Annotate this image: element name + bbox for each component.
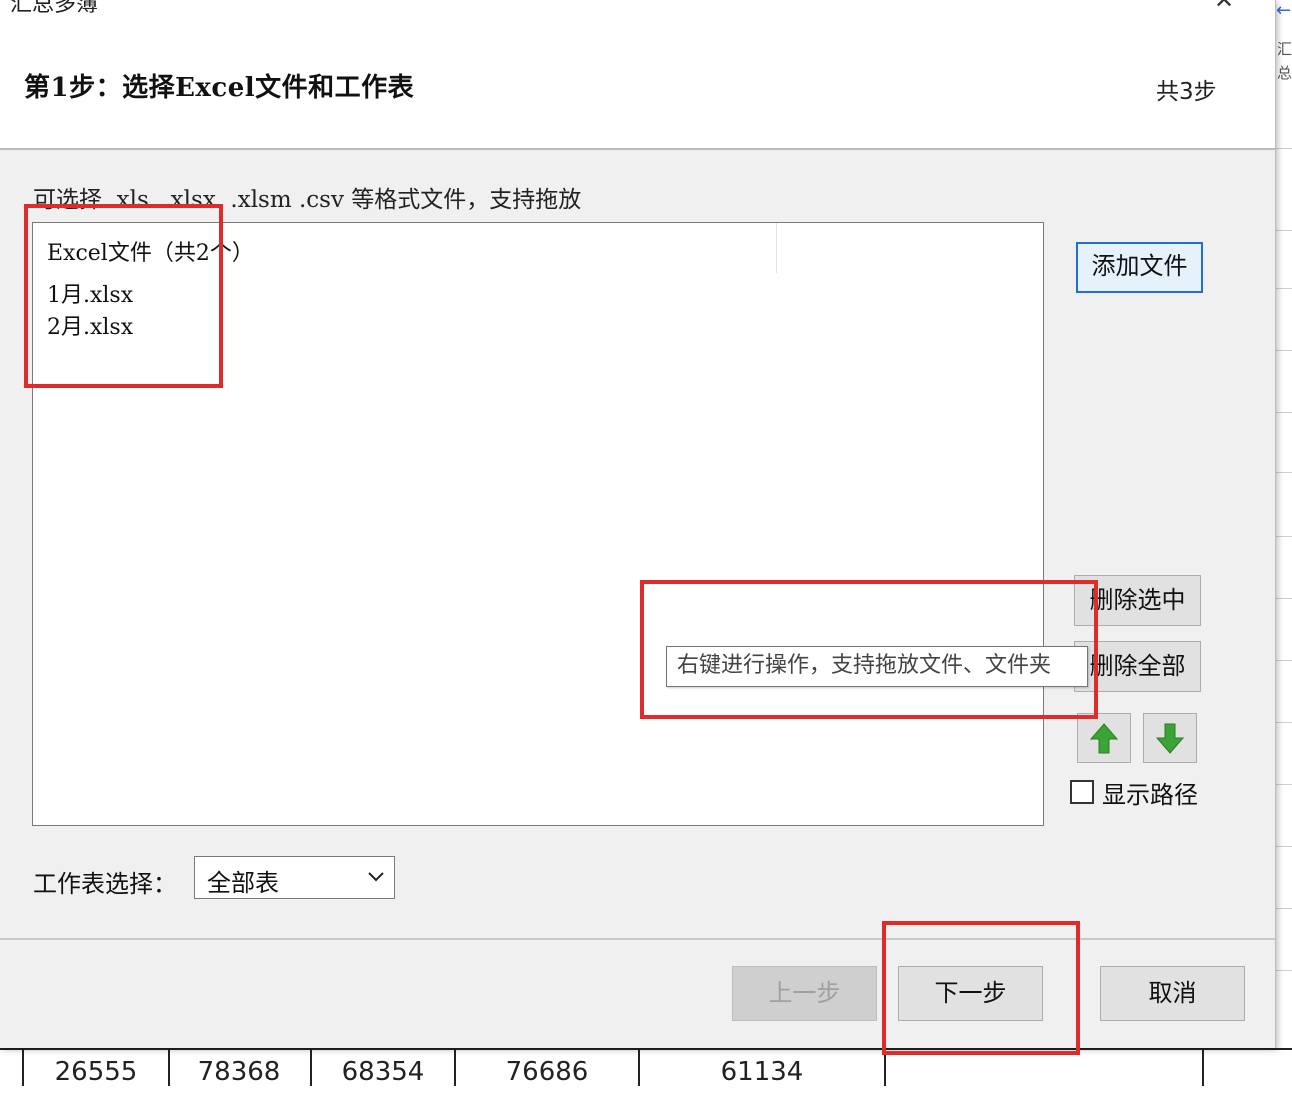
wizard-dialog: 汇总多簿 · ✕ 第1步：选择Excel文件和工作表 共3步 可选择 .xls … [0, 0, 1276, 1055]
chevron-down-icon [368, 872, 384, 882]
sheet-cell [886, 1050, 1204, 1086]
dialog-header: 汇总多簿 · ✕ 第1步：选择Excel文件和工作表 共3步 [0, 0, 1275, 150]
file-list[interactable]: Excel文件（共2个） 1月.xlsx 2月.xlsx [32, 222, 1044, 826]
arrow-up-icon [1089, 723, 1119, 754]
background-sheet-row: 26555 78368 68354 76686 61134 [0, 1048, 1292, 1087]
sheet-cell: 61134 [640, 1050, 886, 1087]
file-list-item[interactable]: 1月.xlsx [47, 277, 133, 309]
file-format-hint: 可选择 .xls .xlsx .xlsm .csv 等格式文件，支持拖放 [33, 187, 582, 213]
file-list-item[interactable]: 2月.xlsx [47, 309, 133, 341]
sheet-cell: 68354 [312, 1050, 456, 1087]
file-list-tooltip: 右键进行操作，支持拖放文件、文件夹 [666, 646, 1088, 687]
prev-step-button[interactable]: 上一步 [732, 966, 877, 1021]
sheet-cell: 26555 [22, 1050, 170, 1087]
worksheet-select-value: 全部表 [207, 869, 279, 897]
back-arrow-icon: ← [1276, 0, 1292, 21]
step-count: 共3步 [1156, 79, 1217, 105]
background-sheet-edge: ← 汇 总 [1275, 0, 1292, 1084]
sheet-edge-char: 总 [1277, 64, 1292, 82]
move-down-button[interactable] [1143, 713, 1197, 763]
worksheet-select-label: 工作表选择： [33, 870, 177, 898]
arrow-down-icon [1155, 723, 1185, 754]
worksheet-select[interactable]: 全部表 [194, 856, 395, 899]
close-icon[interactable]: ✕ [1214, 0, 1234, 14]
delete-selected-button[interactable]: 删除选中 [1074, 575, 1201, 626]
window-dot: · [1135, 0, 1141, 10]
file-list-header: Excel文件（共2个） [47, 241, 254, 266]
sheet-cell: 78368 [168, 1050, 312, 1087]
step-title: 第1步：选择Excel文件和工作表 [24, 73, 415, 103]
sheet-edge-char: 汇 [1277, 40, 1292, 58]
add-file-button[interactable]: 添加文件 [1076, 242, 1203, 293]
show-path-label[interactable]: 显示路径 [1102, 775, 1198, 810]
move-up-button[interactable] [1077, 713, 1131, 763]
footer-divider [0, 938, 1275, 940]
next-step-button[interactable]: 下一步 [898, 966, 1043, 1021]
cancel-button[interactable]: 取消 [1100, 966, 1245, 1021]
window-title: 汇总多簿 [10, 0, 99, 17]
sheet-cell: 76686 [456, 1050, 640, 1087]
delete-all-button[interactable]: 删除全部 [1074, 641, 1201, 692]
show-path-checkbox[interactable] [1070, 780, 1094, 804]
